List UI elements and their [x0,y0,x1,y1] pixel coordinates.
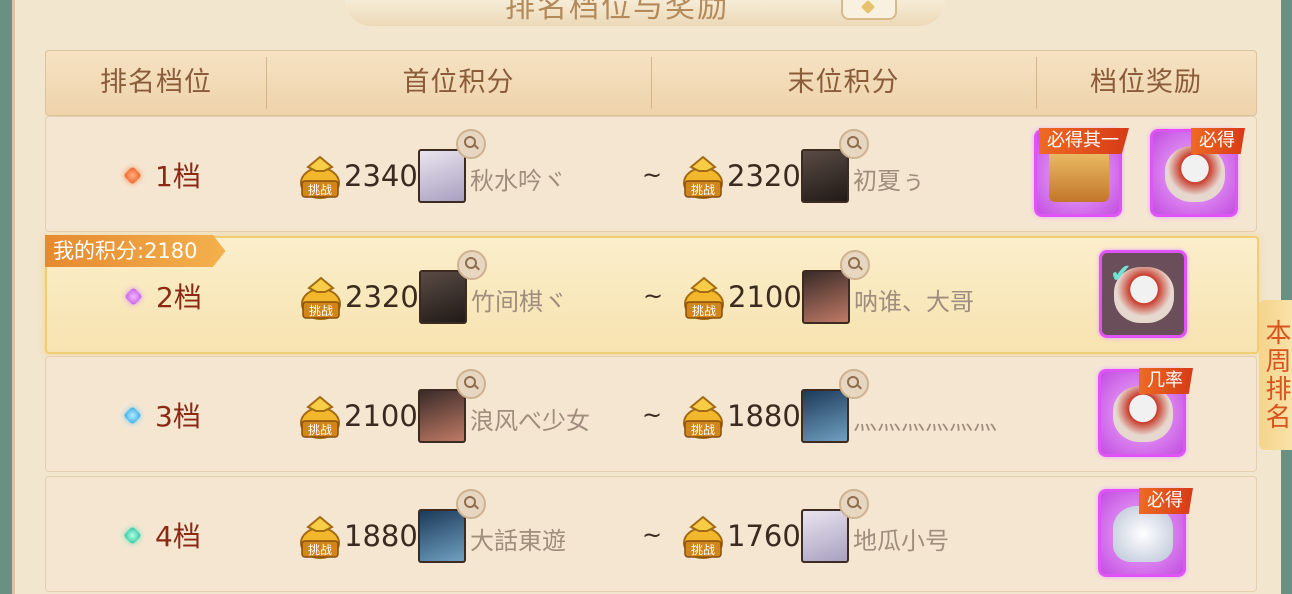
silver-bag-icon [1113,386,1173,442]
reward-tag: 必得 [1191,128,1245,154]
first-score-value: 2100 [344,399,418,433]
svg-text:挑战: 挑战 [309,304,333,318]
search-icon[interactable] [840,250,870,280]
svg-text:挑战: 挑战 [692,304,716,318]
header-first-score: 首位积分 [402,67,515,98]
first-player-avatar[interactable] [418,389,466,443]
last-score-value: 1880 [727,399,801,433]
silver-bag-icon [1165,146,1225,202]
first-score-value: 2320 [345,280,419,314]
weekly-rank-tab[interactable]: 本周排名 [1259,300,1292,450]
tier-text: 2档 [156,281,202,314]
challenge-bag-icon[interactable]: 挑战 [298,393,342,441]
treasure-chest-icon [1049,146,1109,202]
last-score-block: 挑战 1760 地瓜小号 [681,489,1041,563]
reward-slot[interactable]: 必得 [1150,128,1245,217]
search-icon[interactable] [456,129,486,159]
first-score-value: 1880 [344,519,418,553]
silver-pile-icon [1113,506,1173,562]
range-separator: ~ [643,282,664,310]
rank-row: 1档 挑战 2340 秋水吟ヾ 挑战 2320 初夏ぅ ~ 必得其一 必得 [45,116,1257,232]
challenge-bag-icon[interactable]: 挑战 [681,153,725,201]
search-icon[interactable] [456,369,486,399]
first-player-name: 竹间棋ヾ [471,288,567,316]
range-separator: ~ [642,401,663,429]
reward-tag: 必得 [1139,488,1193,514]
tier-gem-icon [124,286,143,306]
challenge-bag-icon[interactable]: 挑战 [299,274,343,322]
first-score-block: 挑战 2340 秋水吟ヾ [298,129,658,203]
last-score-value: 1760 [727,519,801,553]
reward-slot[interactable]: ✔ [1099,250,1187,338]
first-player-avatar[interactable] [419,270,467,324]
check-icon: ✔ [1110,259,1132,289]
challenge-bag-icon[interactable]: 挑战 [681,513,725,561]
first-player-name: 浪风べ少女 [470,407,590,435]
panel-title: 排名档位与奖励 [505,0,729,25]
tier-gem-icon [123,525,142,545]
svg-text:挑战: 挑战 [691,423,715,437]
range-separator: ~ [642,521,663,549]
challenge-bag-icon[interactable]: 挑战 [682,274,726,322]
reward-slot[interactable]: 必得其一 [1034,128,1129,217]
first-score-block: 挑战 2100 浪风べ少女 [298,369,658,443]
search-icon[interactable] [456,489,486,519]
header-reward: 档位奖励 [1090,67,1202,98]
rank-row: 4档 挑战 1880 大話東遊 挑战 1760 地瓜小号 ~ 必得 [45,476,1257,592]
tier-text: 4档 [155,520,201,553]
last-player-avatar[interactable] [802,270,850,324]
svg-text:挑战: 挑战 [308,423,332,437]
last-player-name: 初夏ぅ [853,167,925,195]
svg-text:挑战: 挑战 [308,543,332,557]
tier-text: 1档 [155,160,201,193]
search-icon[interactable] [839,369,869,399]
first-score-value: 2340 [344,159,418,193]
tier-gem-icon [123,405,142,425]
last-player-name: 地瓜小号 [853,527,949,555]
header-last-score: 末位积分 [787,67,900,98]
first-score-block: 挑战 1880 大話東遊 [298,489,658,563]
svg-text:挑战: 挑战 [691,543,715,557]
rank-row: 2档 挑战 2320 竹间棋ヾ 挑战 2100 呐谁、大哥 ~ ✔ [45,236,1259,354]
tier-label: 1档 [123,155,246,193]
title-info-button[interactable] [841,0,897,20]
reward-tag: 必得其一 [1039,128,1129,154]
first-player-name: 大話東遊 [470,527,566,555]
svg-text:挑战: 挑战 [308,183,332,197]
header-tier: 排名档位 [100,67,212,98]
challenge-bag-icon[interactable]: 挑战 [681,393,725,441]
tier-gem-icon [123,165,142,185]
first-player-avatar[interactable] [418,149,466,203]
first-player-name: 秋水吟ヾ [470,167,566,195]
table-header: 排名档位 首位积分 末位积分 档位奖励 [45,50,1257,116]
last-player-avatar[interactable] [801,509,849,563]
last-player-name: 呐谁、大哥 [854,288,974,316]
last-score-block: 挑战 2320 初夏ぅ [681,129,1041,203]
last-score-block: 挑战 1880 灬灬灬灬灬灬 [681,369,1041,443]
first-player-avatar[interactable] [418,509,466,563]
last-score-value: 2100 [728,280,802,314]
reward-slot[interactable]: 必得 [1098,488,1193,577]
search-icon[interactable] [839,129,869,159]
tier-label: 3档 [123,395,246,433]
challenge-bag-icon[interactable]: 挑战 [298,513,342,561]
first-score-block: 挑战 2320 竹间棋ヾ [299,250,659,324]
range-separator: ~ [642,161,663,189]
challenge-bag-icon[interactable]: 挑战 [298,153,342,201]
reward-slot[interactable]: 几率 [1098,368,1193,457]
search-icon[interactable] [457,250,487,280]
rank-row: 3档 挑战 2100 浪风べ少女 挑战 1880 灬灬灬灬灬灬 ~ 几率 [45,356,1257,472]
search-icon[interactable] [839,489,869,519]
tier-label: 4档 [123,515,246,553]
last-player-avatar[interactable] [801,389,849,443]
tier-label: 2档 [124,276,247,314]
reward-tag: 几率 [1139,368,1193,394]
last-player-avatar[interactable] [801,149,849,203]
my-score-badge: 我的积分:2180 [45,235,226,267]
tier-text: 3档 [155,400,201,433]
last-score-block: 挑战 2100 呐谁、大哥 [682,250,1042,324]
last-score-value: 2320 [727,159,801,193]
svg-text:挑战: 挑战 [691,183,715,197]
last-player-name: 灬灬灬灬灬灬 [853,407,997,435]
